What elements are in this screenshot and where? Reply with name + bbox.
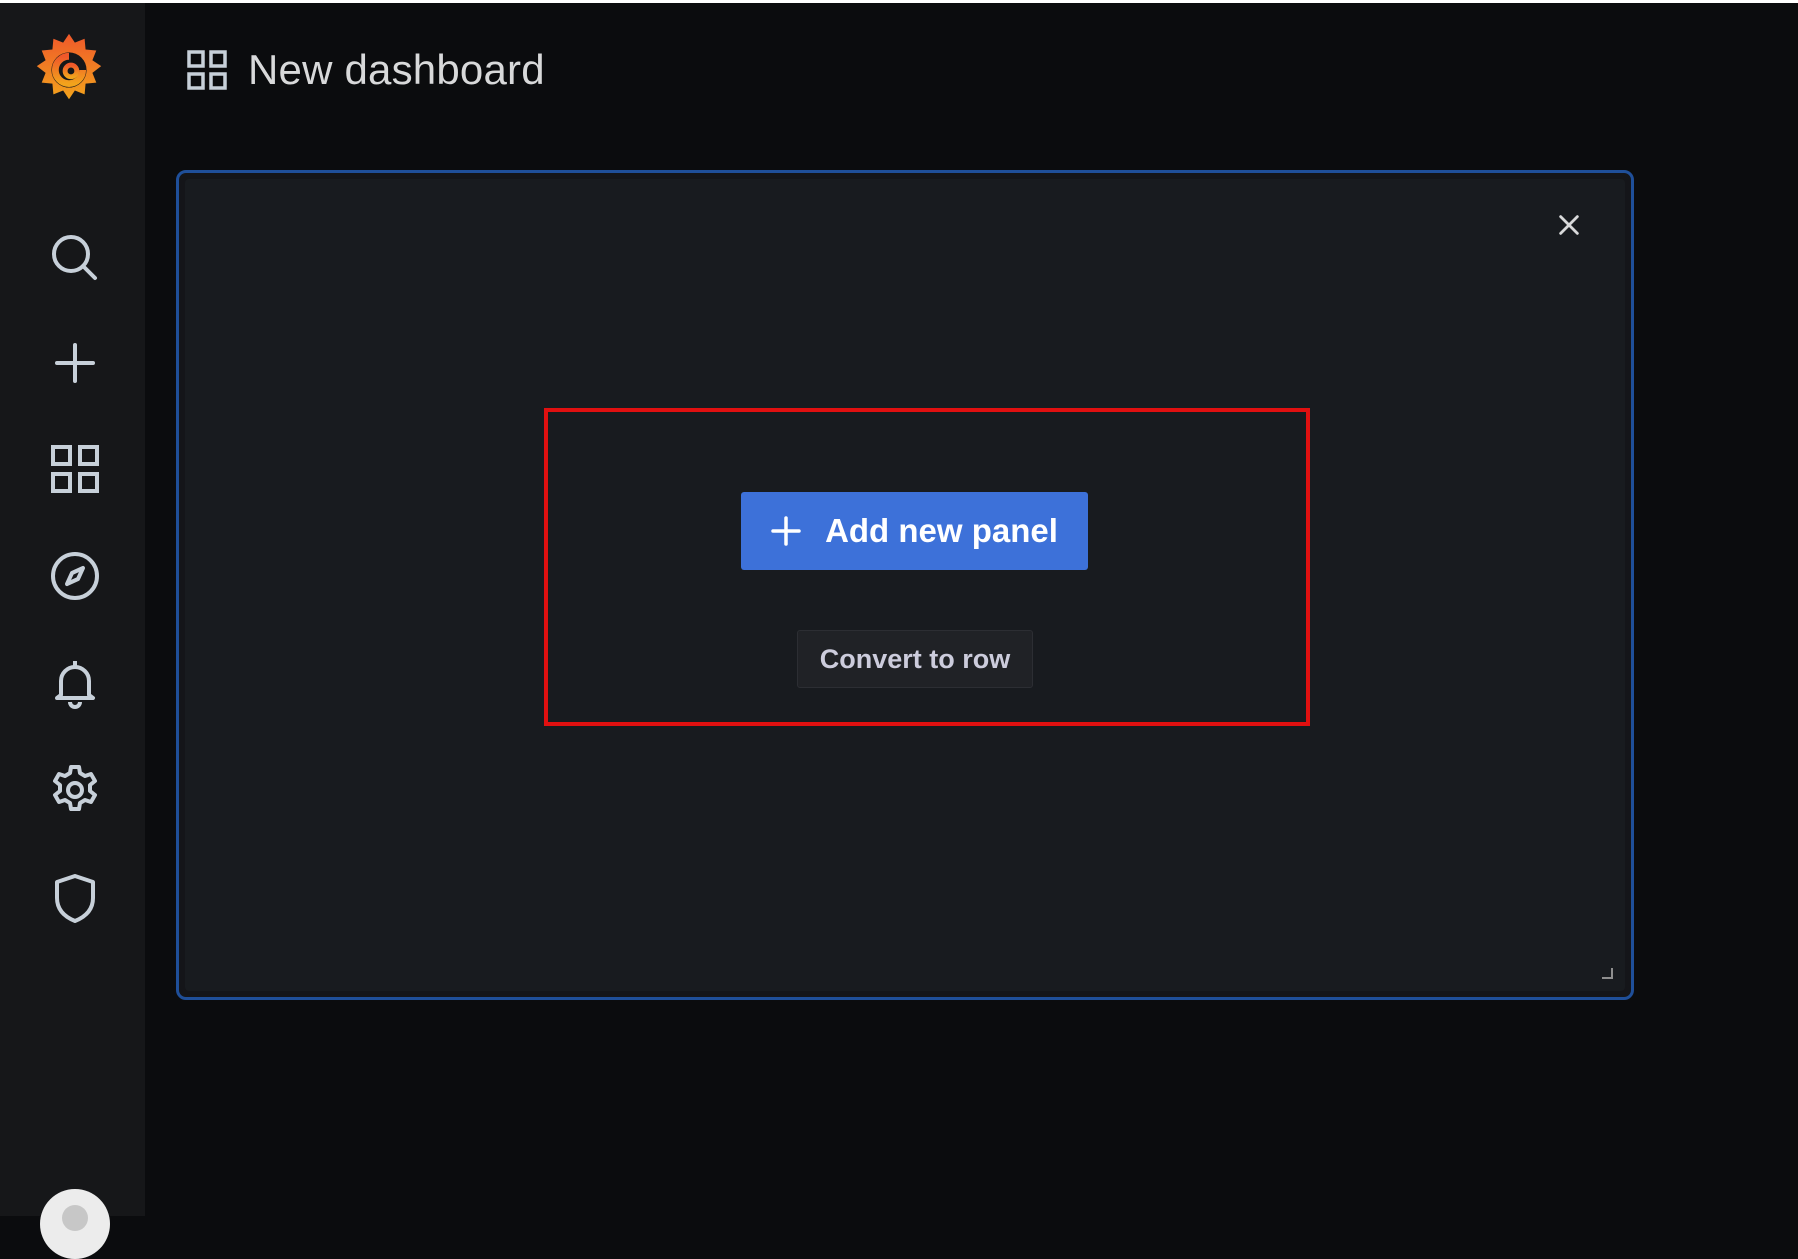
- user-avatar[interactable]: [40, 1189, 110, 1259]
- add-new-panel-button[interactable]: Add new panel: [741, 492, 1088, 570]
- plus-icon: [771, 516, 801, 546]
- convert-to-row-button[interactable]: Convert to row: [797, 630, 1033, 688]
- window-top-edge: [0, 0, 1798, 3]
- shield-icon[interactable]: [40, 863, 110, 933]
- plus-icon[interactable]: [40, 328, 110, 398]
- panel-body: Add new panel Convert to row: [185, 179, 1625, 991]
- sidebar: [0, 3, 145, 1259]
- compass-icon[interactable]: [40, 541, 110, 611]
- page-header: New dashboard: [186, 44, 545, 96]
- dashboards-grid-icon: [187, 50, 227, 90]
- gear-icon[interactable]: [40, 755, 110, 825]
- convert-to-row-label: Convert to row: [819, 643, 1011, 674]
- grafana-logo-icon[interactable]: [30, 30, 108, 108]
- dashboards-grid-icon[interactable]: [40, 434, 110, 504]
- search-icon[interactable]: [40, 223, 110, 293]
- page-title[interactable]: New dashboard: [248, 46, 545, 94]
- close-icon[interactable]: [1551, 207, 1587, 243]
- bell-icon[interactable]: [40, 648, 110, 718]
- resize-handle-icon[interactable]: [1601, 967, 1613, 979]
- add-new-panel-label: Add new panel: [825, 512, 1058, 549]
- new-panel-placeholder: Add new panel Convert to row: [176, 170, 1634, 1000]
